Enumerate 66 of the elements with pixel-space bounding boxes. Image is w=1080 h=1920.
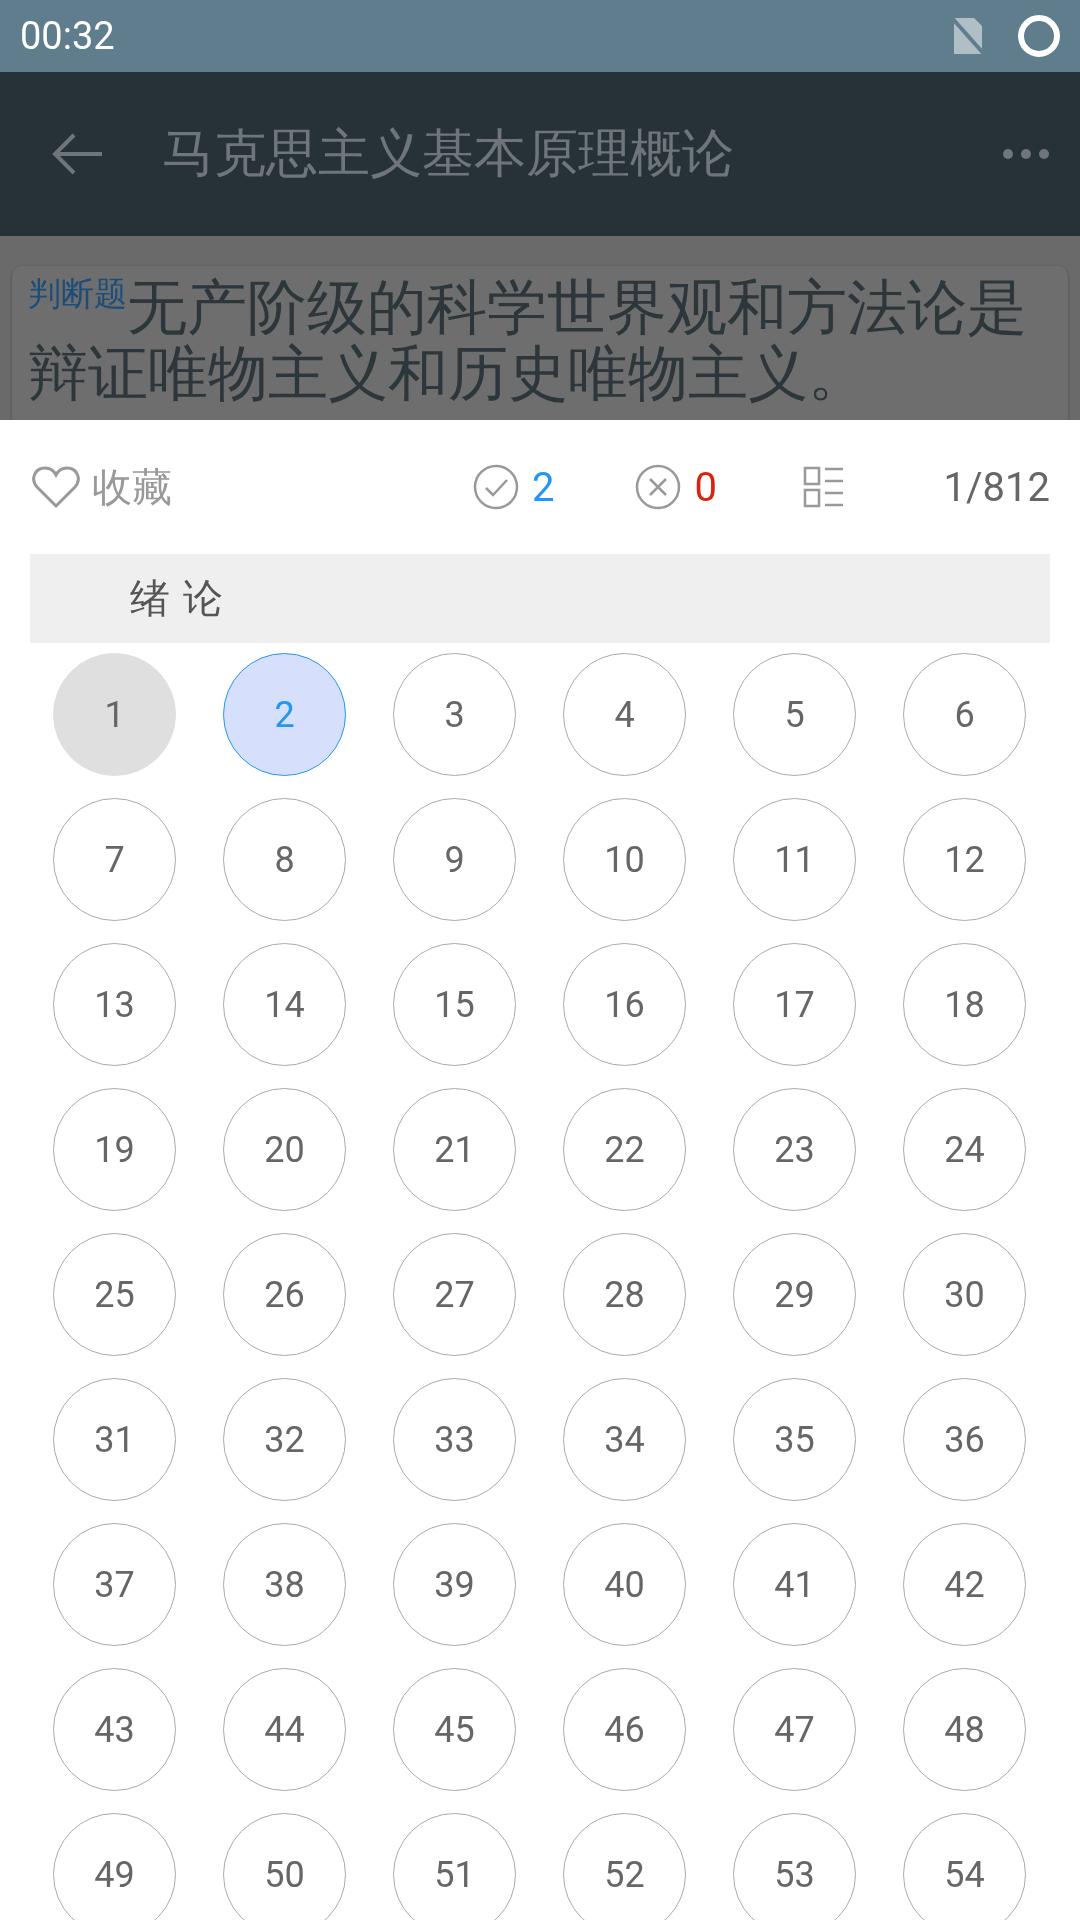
question-number[interactable]: 50 [223,1813,346,1920]
question-number[interactable]: 1 [53,653,176,776]
wrong-count: 0 [694,463,717,511]
question-number[interactable]: 52 [563,1813,686,1920]
question-number[interactable]: 47 [733,1668,856,1791]
question-number[interactable]: 16 [563,943,686,1066]
question-number[interactable]: 26 [223,1233,346,1356]
question-number[interactable]: 46 [563,1668,686,1791]
question-number[interactable]: 10 [563,798,686,921]
question-number[interactable]: 17 [733,943,856,1066]
question-number[interactable]: 22 [563,1088,686,1211]
cross-circle-icon [634,463,683,511]
more-icon[interactable] [1002,148,1050,160]
question-number[interactable]: 19 [53,1088,176,1211]
back-icon[interactable] [52,132,104,176]
question-number[interactable]: 37 [53,1523,176,1646]
question-number[interactable]: 42 [903,1523,1026,1646]
heart-icon [32,465,80,509]
question-number[interactable]: 44 [223,1668,346,1791]
question-number[interactable]: 36 [903,1378,1026,1501]
question-number[interactable]: 21 [393,1088,516,1211]
question-number[interactable]: 53 [733,1813,856,1920]
question-number[interactable]: 41 [733,1523,856,1646]
question-number[interactable]: 27 [393,1233,516,1356]
question-number[interactable]: 28 [563,1233,686,1356]
circle-icon [1016,13,1062,59]
question-number[interactable]: 3 [393,653,516,776]
question-number[interactable]: 24 [903,1088,1026,1211]
question-number[interactable]: 14 [223,943,346,1066]
question-number[interactable]: 8 [223,798,346,921]
question-number[interactable]: 23 [733,1088,856,1211]
question-number[interactable]: 31 [53,1378,176,1501]
question-number[interactable]: 54 [903,1813,1026,1920]
status-time: 00:32 [20,14,115,58]
question-number[interactable]: 4 [563,653,686,776]
question-number[interactable]: 33 [393,1378,516,1501]
question-number[interactable]: 9 [393,798,516,921]
list-icon[interactable] [802,466,845,508]
app-title: 马克思主义基本原理概论 [162,122,735,185]
question-number[interactable]: 51 [393,1813,516,1920]
question-number[interactable]: 35 [733,1378,856,1501]
question-number[interactable]: 18 [903,943,1026,1066]
question-number[interactable]: 39 [393,1523,516,1646]
question-number[interactable]: 29 [733,1233,856,1356]
question-number[interactable]: 48 [903,1668,1026,1791]
question-number[interactable]: 30 [903,1233,1026,1356]
question-number[interactable]: 45 [393,1668,516,1791]
question-number[interactable]: 13 [53,943,176,1066]
question-number[interactable]: 7 [53,798,176,921]
question-number[interactable]: 20 [223,1088,346,1211]
question-number[interactable]: 25 [53,1233,176,1356]
question-number[interactable]: 12 [903,798,1026,921]
section-title: 绪 论 [130,574,223,623]
question-number[interactable]: 32 [223,1378,346,1501]
question-number[interactable]: 5 [733,653,856,776]
question-number[interactable]: 38 [223,1523,346,1646]
question-number[interactable]: 11 [733,798,856,921]
question-number[interactable]: 34 [563,1378,686,1501]
correct-count: 2 [532,463,555,511]
question-number[interactable]: 49 [53,1813,176,1920]
question-number[interactable]: 40 [563,1523,686,1646]
question-number[interactable]: 15 [393,943,516,1066]
progress-counter: 1/812 [943,463,1050,511]
check-circle-icon [472,463,520,511]
question-number[interactable]: 6 [903,653,1026,776]
question-number[interactable]: 43 [53,1668,176,1791]
